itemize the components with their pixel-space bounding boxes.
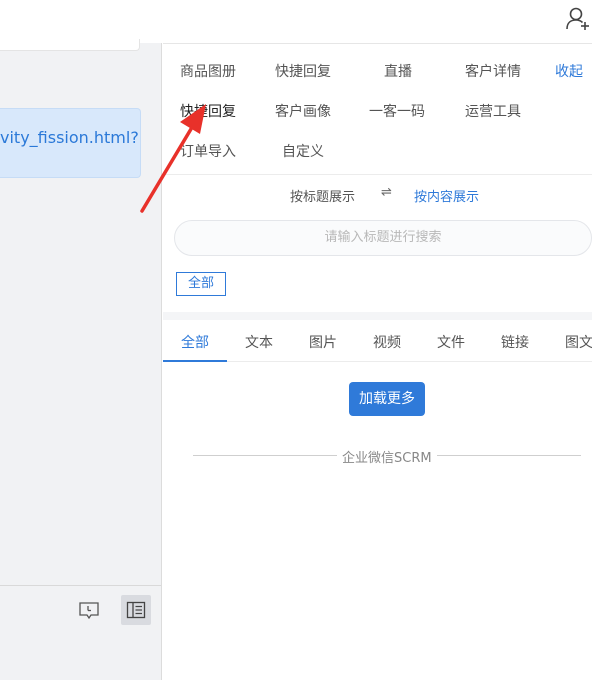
display-by-title[interactable]: 按标题展示 — [290, 186, 355, 205]
app-window: vity_fission.html? 商品图册 快捷回复 直播 客户详情 收起 … — [0, 0, 592, 680]
section-gap — [163, 312, 592, 320]
chat-history-icon[interactable] — [75, 597, 103, 625]
active-tab-indicator — [163, 360, 227, 362]
tab-link[interactable]: 链接 — [501, 332, 529, 352]
chat-message-stub — [0, 39, 140, 51]
section-divider — [163, 174, 592, 175]
load-more-button[interactable]: 加载更多 — [349, 382, 425, 416]
tab-rich-media[interactable]: 图文 — [565, 332, 592, 352]
add-user-icon[interactable] — [565, 6, 591, 32]
tool-product-album[interactable]: 商品图册 — [180, 61, 236, 81]
message-link-text[interactable]: vity_fission.html? — [0, 128, 139, 147]
tab-text[interactable]: 文本 — [245, 332, 273, 352]
tool-operation-tools[interactable]: 运营工具 — [465, 101, 521, 121]
tab-file[interactable]: 文件 — [437, 332, 465, 352]
tool-customer-portrait[interactable]: 客户画像 — [275, 101, 331, 121]
swap-icon[interactable]: ⇌ — [381, 185, 392, 200]
display-by-content[interactable]: 按内容展示 — [414, 186, 479, 205]
footer-divider-left — [193, 455, 337, 456]
tool-quick-reply-active[interactable]: 快捷回复 — [180, 101, 236, 121]
chat-footer-toolbar — [0, 585, 161, 680]
footer-divider-right — [437, 455, 581, 456]
tool-custom[interactable]: 自定义 — [282, 141, 324, 161]
collapse-button[interactable]: 收起 — [555, 61, 583, 81]
filter-tag-all[interactable]: 全部 — [176, 272, 226, 296]
tab-image[interactable]: 图片 — [309, 332, 337, 352]
chat-pane: vity_fission.html? — [0, 39, 162, 680]
message-bubble[interactable]: vity_fission.html? — [0, 108, 141, 178]
footer-brand: 企业微信SCRM — [342, 451, 432, 466]
tool-live[interactable]: 直播 — [384, 61, 412, 81]
tool-order-import[interactable]: 订单导入 — [180, 141, 236, 161]
tab-video[interactable]: 视频 — [373, 332, 401, 352]
tool-panel: 商品图册 快捷回复 直播 客户详情 收起 快捷回复 客户画像 一客一码 运营工具… — [163, 43, 592, 680]
tab-all[interactable]: 全部 — [181, 332, 209, 352]
tool-one-customer-one-code[interactable]: 一客一码 — [369, 101, 425, 121]
content-type-tabs: 全部 文本 图片 视频 文件 链接 图文 — [163, 320, 592, 362]
search-input[interactable]: 请输入标题进行搜索 — [174, 220, 592, 256]
tool-customer-details[interactable]: 客户详情 — [465, 61, 521, 81]
side-panel-icon[interactable] — [121, 595, 151, 625]
tool-quick-reply[interactable]: 快捷回复 — [275, 61, 331, 81]
display-mode-switch: 按标题展示 ⇌ 按内容展示 — [163, 185, 592, 206]
top-bar — [0, 0, 592, 43]
